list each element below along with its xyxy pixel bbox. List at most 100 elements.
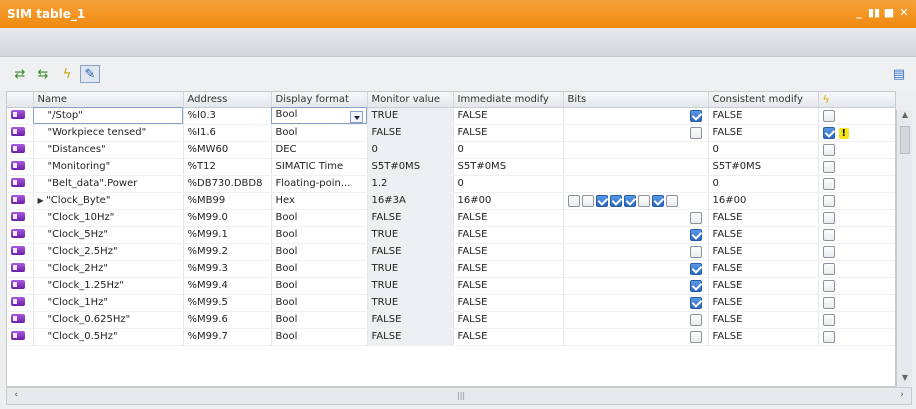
monitor-value-cell[interactable]: TRUE (367, 107, 454, 125)
scroll-grip-icon[interactable]: ||| (457, 391, 465, 400)
address-cell[interactable]: %M99.7 (183, 328, 272, 346)
monitor-value-cell[interactable]: 16#3A (367, 192, 454, 210)
name-cell[interactable]: ▶ "Clock_Byte" (33, 192, 184, 210)
immediate-modify-cell[interactable]: FALSE (453, 209, 564, 227)
display-format-cell[interactable]: Bool (271, 124, 368, 142)
trigger-cell[interactable] (818, 175, 895, 193)
bits-cell[interactable] (563, 328, 709, 346)
consistent-modify-cell[interactable]: FALSE (708, 277, 819, 295)
table-row[interactable]: "Clock_0.5Hz" %M99.7 Bool FALSE FALSE FALSE (7, 328, 895, 346)
modify-enable-checkbox[interactable] (822, 109, 835, 122)
immediate-modify-cell[interactable]: FALSE (453, 124, 564, 142)
modify-enable-checkbox[interactable] (822, 160, 835, 173)
row-icon-cell[interactable] (7, 141, 34, 159)
modify-enable-checkbox[interactable] (822, 194, 835, 207)
row-icon-cell[interactable] (7, 226, 34, 244)
trigger-cell[interactable] (818, 260, 895, 278)
bits-cell[interactable] (563, 124, 709, 142)
immediate-modify-cell[interactable]: FALSE (453, 311, 564, 329)
table-row[interactable]: "Belt_data".Power %DB730.DBD8 Floating-poi… (7, 175, 895, 193)
bits-cell[interactable] (563, 294, 709, 312)
name-cell[interactable]: "Clock_2.5Hz" (33, 243, 184, 261)
bits-cell[interactable] (563, 260, 709, 278)
consistent-modify-cell[interactable]: 0 (708, 175, 819, 193)
monitor-value-cell[interactable]: TRUE (367, 294, 454, 312)
row-icon-cell[interactable] (7, 158, 34, 176)
bit-checkbox[interactable] (689, 245, 702, 258)
bits-cell[interactable] (563, 209, 709, 227)
name-cell[interactable]: "Clock_2Hz" (33, 260, 184, 278)
bit-checkbox[interactable] (637, 194, 650, 207)
name-cell[interactable]: "Monitoring" (33, 158, 184, 176)
table-row[interactable]: "Monitoring" %T12 SIMATIC Time S5T#0MS S5T#0… (7, 158, 895, 176)
bit-checkbox-checked[interactable] (609, 194, 622, 207)
monitor-value-cell[interactable]: TRUE (367, 277, 454, 295)
bit-checkbox-checked[interactable] (689, 262, 702, 275)
row-icon-cell[interactable] (7, 294, 34, 312)
trigger-cell[interactable] (818, 158, 895, 176)
bits-cell[interactable] (563, 158, 709, 176)
table-row[interactable]: "Clock_0.625Hz" %M99.6 Bool FALSE FALSE FALSE (7, 311, 895, 329)
name-cell[interactable]: "Clock_0.625Hz" (33, 311, 184, 329)
consistent-modify-cell[interactable]: FALSE (708, 226, 819, 244)
immediate-modify-cell[interactable]: 0 (453, 175, 564, 193)
address-cell[interactable]: %M99.5 (183, 294, 272, 312)
monitor-value-cell[interactable]: FALSE (367, 209, 454, 227)
row-icon-cell[interactable] (7, 243, 34, 261)
trigger-cell[interactable] (818, 328, 895, 346)
address-cell[interactable]: %T12 (183, 158, 272, 176)
immediate-modify-cell[interactable]: FALSE (453, 107, 564, 125)
immediate-modify-cell[interactable]: FALSE (453, 328, 564, 346)
modify-enable-checkbox[interactable] (822, 143, 835, 156)
row-icon-cell[interactable] (7, 192, 34, 210)
name-cell[interactable]: "Workpiece tensed" (33, 124, 184, 142)
immediate-modify-cell[interactable]: 16#00 (453, 192, 564, 210)
modify-enable-checkbox[interactable] (822, 279, 835, 292)
trigger-cell[interactable] (818, 243, 895, 261)
col-header-immediate-modify[interactable]: Immediate modify (453, 92, 564, 108)
horizontal-scrollbar[interactable]: ‹ ||| › (6, 387, 912, 405)
bit-checkbox-checked[interactable] (623, 194, 636, 207)
bits-cell[interactable] (563, 226, 709, 244)
display-format-cell[interactable]: Bool (271, 260, 368, 278)
immediate-modify-cell[interactable]: FALSE (453, 294, 564, 312)
address-cell[interactable]: %MB99 (183, 192, 272, 210)
address-cell[interactable]: %M99.1 (183, 226, 272, 244)
modify-enable-checkbox[interactable] (822, 296, 835, 309)
trigger-cell[interactable] (818, 311, 895, 329)
bit-checkbox[interactable] (567, 194, 580, 207)
minimize-button[interactable]: _ (853, 7, 865, 19)
row-icon-cell[interactable] (7, 124, 34, 142)
address-cell[interactable]: %I1.6 (183, 124, 272, 142)
bit-checkbox-checked[interactable] (689, 109, 702, 122)
col-header-monitor-value[interactable]: Monitor value (367, 92, 454, 108)
monitor-value-cell[interactable]: FALSE (367, 124, 454, 142)
name-cell[interactable]: "Clock_0.5Hz" (33, 328, 184, 346)
name-cell[interactable]: "Distances" (33, 141, 184, 159)
immediate-modify-cell[interactable]: 0 (453, 141, 564, 159)
vertical-scrollbar[interactable]: ▲ ▼ (896, 110, 912, 387)
bits-cell[interactable] (563, 175, 709, 193)
consistent-modify-cell[interactable]: 16#00 (708, 192, 819, 210)
modify-enable-checkbox[interactable] (822, 330, 835, 343)
trigger-cell[interactable] (818, 226, 895, 244)
monitor-value-cell[interactable]: TRUE (367, 260, 454, 278)
scroll-thumb[interactable] (900, 126, 910, 154)
bit-checkbox[interactable] (689, 313, 702, 326)
immediate-modify-cell[interactable]: S5T#0MS (453, 158, 564, 176)
table-row[interactable]: "/Stop" %I0.3 Bool TRUE FALSE FALSE (7, 107, 895, 125)
bit-checkbox-checked[interactable] (595, 194, 608, 207)
address-cell[interactable]: %DB730.DBD8 (183, 175, 272, 193)
col-header-bits[interactable]: Bits (563, 92, 709, 108)
display-format-cell[interactable]: Bool (271, 226, 368, 244)
bit-checkbox-checked[interactable] (651, 194, 664, 207)
scroll-right-icon[interactable]: › (895, 390, 909, 404)
display-format-cell[interactable]: Floating-poin... (271, 175, 368, 193)
monitor-value-cell[interactable]: S5T#0MS (367, 158, 454, 176)
consistent-modify-cell[interactable]: S5T#0MS (708, 158, 819, 176)
immediate-modify-cell[interactable]: FALSE (453, 226, 564, 244)
row-icon-cell[interactable] (7, 277, 34, 295)
monitor-value-cell[interactable]: FALSE (367, 311, 454, 329)
address-cell[interactable]: %M99.2 (183, 243, 272, 261)
modify-enable-checkbox[interactable] (822, 262, 835, 275)
